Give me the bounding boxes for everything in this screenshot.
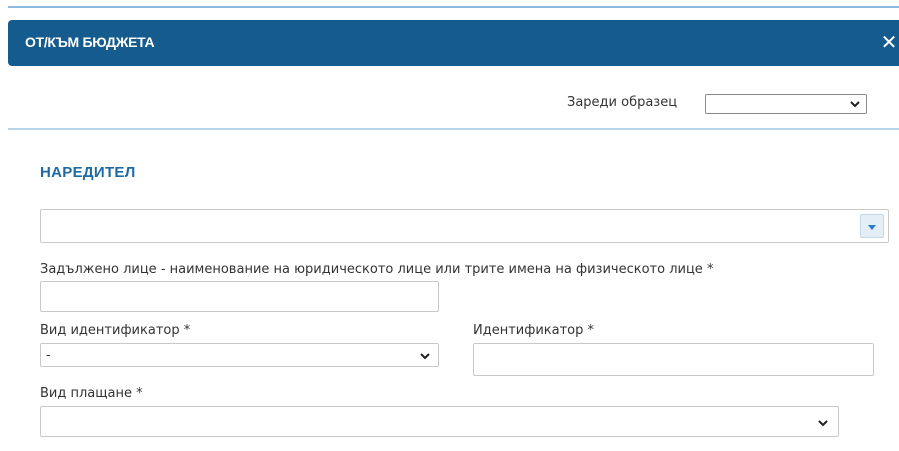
id-type-label: Вид идентификатор * [40, 323, 191, 338]
identifier-label: Идентификатор * [473, 323, 595, 338]
chevron-down-icon [850, 101, 860, 108]
close-icon[interactable]: ✕ [879, 31, 899, 53]
combo-dropdown-button[interactable] [860, 214, 884, 238]
id-type-value: - [46, 348, 51, 363]
id-type-select[interactable]: - [40, 343, 439, 367]
dialog-title: ОТ/КЪМ БЮДЖЕТА [25, 34, 155, 50]
obligated-person-label: Задължено лице - наименование на юридиче… [40, 262, 714, 277]
identifier-input[interactable] [473, 343, 874, 376]
load-template-select[interactable] [705, 94, 867, 114]
obligated-person-input[interactable] [40, 281, 439, 312]
chevron-down-icon [818, 420, 828, 427]
budget-dialog: ОТ/КЪМ БЮДЖЕТА ✕ Зареди образец НАРЕДИТЕ… [8, 0, 899, 451]
load-template-label: Зареди образец [567, 95, 678, 110]
template-toolbar: Зареди образец [8, 66, 899, 130]
top-divider [8, 6, 899, 8]
chevron-down-icon [420, 353, 430, 360]
payment-type-label: Вид плащане * [40, 386, 143, 401]
dialog-header: ОТ/КЪМ БЮДЖЕТА ✕ [8, 20, 899, 66]
payment-type-select[interactable] [40, 406, 839, 437]
caret-down-icon [868, 225, 876, 230]
section-title-payer: НАРЕДИТЕЛ [40, 164, 136, 181]
payer-combobox[interactable] [40, 209, 889, 243]
